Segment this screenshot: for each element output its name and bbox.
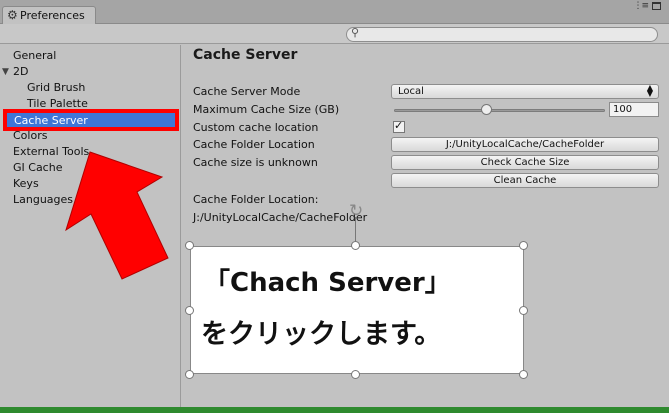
cache-mode-dropdown[interactable]: Local ▲ ▼ — [391, 84, 659, 99]
sidebar-item-grid-brush[interactable]: Grid Brush — [27, 80, 85, 96]
dropdown-value: Local — [398, 86, 424, 97]
resize-handle[interactable] — [519, 241, 528, 250]
slider-knob[interactable] — [481, 104, 493, 115]
callout-text-line2: をクリックします。 — [201, 319, 442, 350]
dropdown-arrows-icon: ▲ ▼ — [646, 83, 653, 98]
maximize-icon[interactable] — [652, 2, 661, 10]
window-menu-icon[interactable]: ⋮≡ — [633, 1, 649, 11]
search-icon: ⚲ — [351, 26, 360, 39]
max-size-slider[interactable] — [394, 109, 605, 112]
preferences-sidebar: General ▼ 2D Grid Brush Tile Palette Col… — [0, 45, 181, 407]
sidebar-item-label: Cache Server — [14, 114, 88, 127]
status-bar — [0, 407, 669, 413]
sidebar-item-languages[interactable]: Languages — [13, 192, 73, 208]
mode-label: Cache Server Mode — [193, 85, 301, 98]
resize-handle[interactable] — [351, 370, 360, 379]
gear-icon: ⚙ — [7, 8, 18, 22]
folder-location-heading: Cache Folder Location: — [193, 193, 319, 206]
resize-handle[interactable] — [185, 306, 194, 315]
search-field[interactable]: ⚲ — [346, 26, 658, 42]
clean-cache-button[interactable]: Clean Cache — [391, 173, 659, 188]
check-cache-size-button[interactable]: Check Cache Size — [391, 155, 659, 170]
size-unknown-label: Cache size is unknown — [193, 156, 318, 169]
sidebar-item-cache-server[interactable]: Cache Server — [3, 109, 179, 131]
folder-location-label: Cache Folder Location — [193, 138, 315, 151]
search-input[interactable] — [365, 28, 645, 41]
cache-folder-button[interactable]: J:/UnityLocalCache/CacheFolder — [391, 137, 659, 152]
preferences-tab[interactable]: ⚙ Preferences — [2, 6, 96, 24]
expand-caret-icon[interactable]: ▼ — [2, 67, 9, 77]
max-size-label: Maximum Cache Size (GB) — [193, 103, 340, 116]
resize-handle[interactable] — [519, 306, 528, 315]
callout-text-line1: 「Chach Server」 — [204, 268, 451, 298]
page-title: Cache Server — [193, 47, 298, 63]
resize-handle[interactable] — [185, 241, 194, 250]
sidebar-item-keys[interactable]: Keys — [13, 176, 39, 192]
resize-handle[interactable] — [185, 370, 194, 379]
custom-location-checkbox[interactable]: ✓ — [393, 119, 405, 133]
sidebar-item-general[interactable]: General — [13, 48, 56, 64]
window-tab-strip: ⚙ Preferences ⋮≡ — [0, 0, 669, 24]
tab-title: Preferences — [20, 9, 85, 22]
custom-location-label: Custom cache location — [193, 121, 319, 134]
resize-handle[interactable] — [351, 241, 360, 250]
sidebar-item-gi-cache[interactable]: GI Cache — [13, 160, 62, 176]
checkmark-icon: ✓ — [394, 119, 404, 132]
resize-handle[interactable] — [519, 370, 528, 379]
folder-location-value: J:/UnityLocalCache/CacheFolder — [193, 211, 368, 224]
sidebar-item-2d[interactable]: 2D — [13, 64, 28, 80]
rotate-handle-icon[interactable]: ↻ — [349, 201, 363, 221]
toolbar: ⚲ — [0, 24, 669, 44]
sidebar-item-external-tools[interactable]: External Tools — [13, 144, 89, 160]
max-size-input[interactable]: 100 — [609, 102, 659, 117]
